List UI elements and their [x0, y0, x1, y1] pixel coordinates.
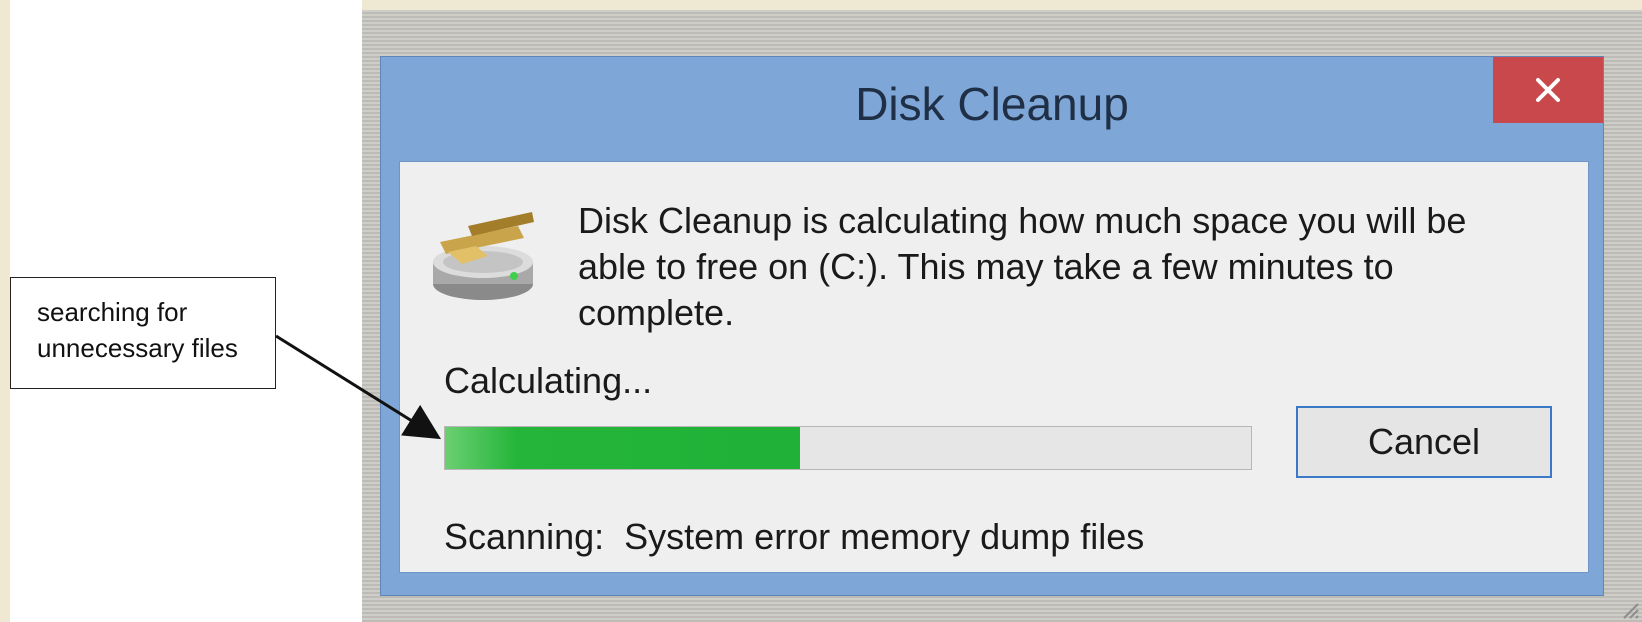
- scan-item: System error memory dump files: [624, 516, 1145, 557]
- progress-fill: [445, 427, 800, 469]
- cancel-button[interactable]: Cancel: [1296, 406, 1552, 478]
- progress-bar: [444, 426, 1252, 470]
- scan-prefix: Scanning:: [444, 516, 605, 557]
- resize-grip-icon[interactable]: [1618, 598, 1640, 620]
- dialog-title: Disk Cleanup: [855, 78, 1129, 130]
- disk-cleanup-icon: [433, 212, 534, 300]
- callout-box: searching for unnecessary files: [10, 277, 276, 389]
- status-label: Calculating...: [444, 360, 653, 401]
- callout-line-2: unnecessary files: [37, 333, 238, 363]
- dialog-content: Disk Cleanup is calculating how much spa…: [399, 161, 1589, 573]
- close-button[interactable]: [1493, 57, 1603, 123]
- callout-line-1: searching for: [37, 297, 188, 327]
- dialog-message: Disk Cleanup is calculating how much spa…: [578, 200, 1467, 333]
- scan-status: Scanning: System error memory dump files: [444, 516, 1144, 558]
- disk-cleanup-dialog: Disk Cleanup Disk Cleanup is calculating…: [380, 56, 1604, 596]
- close-icon: [1536, 78, 1560, 102]
